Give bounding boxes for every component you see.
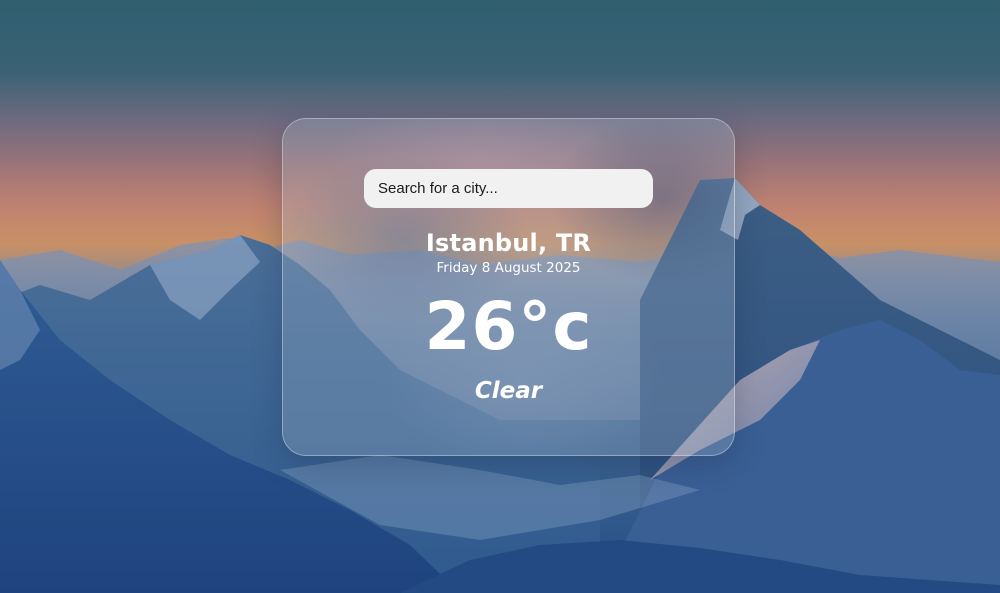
city-search-input[interactable] (364, 169, 653, 208)
temperature-value: 26°c (424, 288, 593, 365)
weather-card: Istanbul, TR Friday 8 August 2025 26°c C… (282, 118, 735, 456)
background-scene: Istanbul, TR Friday 8 August 2025 26°c C… (0, 0, 1000, 593)
current-date: Friday 8 August 2025 (436, 260, 581, 276)
location-name: Istanbul, TR (425, 229, 592, 257)
weather-condition: Clear (474, 378, 543, 404)
